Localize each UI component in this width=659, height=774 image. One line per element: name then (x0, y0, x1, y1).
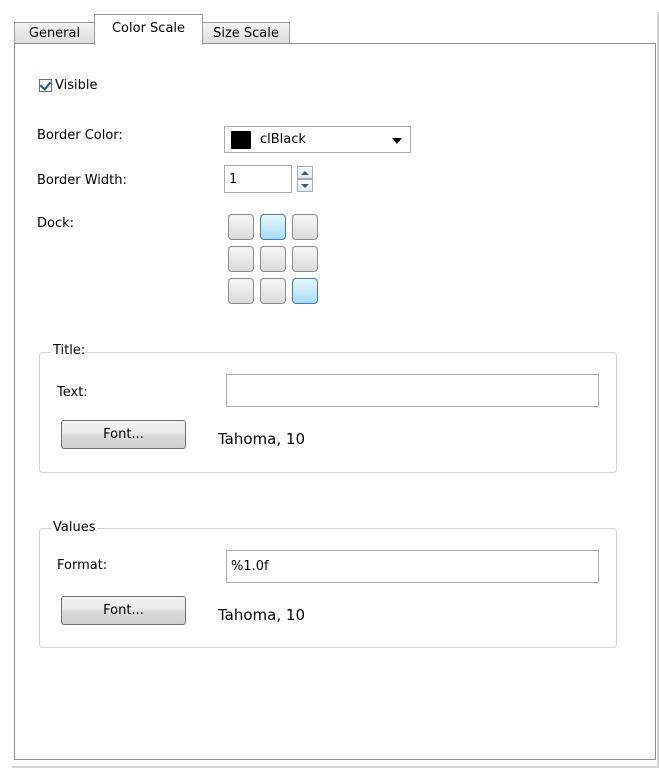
border-width-input[interactable] (224, 165, 292, 193)
title-font-value: Tahoma, 10 (218, 430, 305, 448)
spin-up-button[interactable] (297, 166, 313, 179)
title-group-legend: Title: (51, 343, 88, 359)
checkmark-icon (39, 78, 52, 91)
tab-size-scale[interactable]: Size Scale (202, 22, 290, 44)
dock-top-left[interactable] (228, 214, 254, 240)
values-group (39, 528, 617, 648)
visible-checkbox[interactable] (39, 78, 52, 92)
window-shadow-bottom (12, 766, 659, 768)
border-width-label: Border Width: (37, 173, 127, 188)
spin-down-icon (301, 183, 309, 188)
spin-up-icon (301, 170, 309, 175)
title-text-input[interactable] (226, 374, 599, 407)
dock-grid (228, 214, 320, 306)
visible-label: Visible (55, 78, 98, 93)
dock-middle-center[interactable] (260, 246, 286, 272)
dock-bottom-right[interactable] (292, 278, 318, 304)
border-width-spinner (297, 166, 313, 193)
title-text-label: Text: (57, 385, 88, 400)
border-color-value: clBlack (260, 131, 306, 147)
dock-top-center[interactable] (260, 214, 286, 240)
tab-color-scale[interactable]: Color Scale (94, 14, 203, 45)
format-label: Format: (57, 558, 108, 573)
color-swatch (231, 130, 251, 149)
border-color-label: Border Color: (37, 128, 123, 143)
dock-middle-left[interactable] (228, 246, 254, 272)
dock-bottom-left[interactable] (228, 278, 254, 304)
values-font-value: Tahoma, 10 (218, 606, 305, 624)
values-group-legend: Values (51, 520, 98, 536)
tab-panel: Visible Border Color: clBlack Border Wid… (14, 43, 656, 760)
dropdown-arrow-icon (392, 138, 402, 144)
title-group (39, 352, 617, 473)
title-font-button[interactable]: Font... (61, 420, 186, 449)
format-input[interactable] (226, 550, 599, 583)
spin-down-button[interactable] (297, 179, 313, 192)
dock-top-right[interactable] (292, 214, 318, 240)
tab-general[interactable]: General (14, 22, 95, 44)
dock-middle-right[interactable] (292, 246, 318, 272)
border-color-select[interactable]: clBlack (224, 126, 411, 153)
dock-bottom-center[interactable] (260, 278, 286, 304)
dock-label: Dock: (37, 216, 75, 231)
values-font-button[interactable]: Font... (61, 596, 186, 625)
